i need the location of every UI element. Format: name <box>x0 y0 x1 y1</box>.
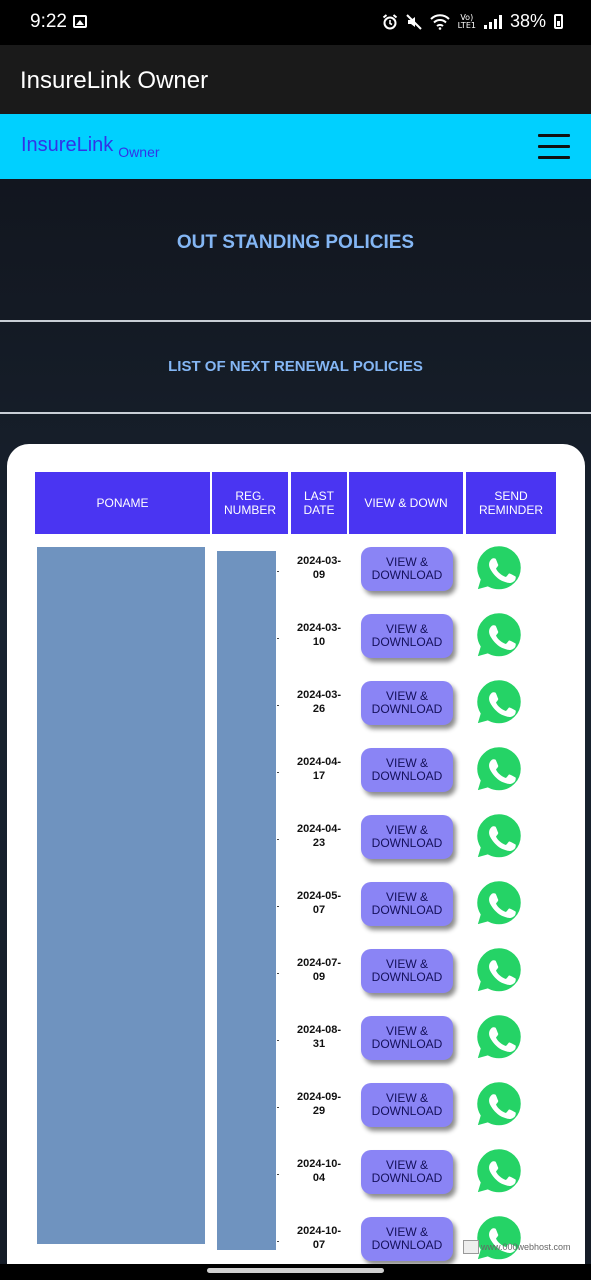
whatsapp-icon[interactable] <box>473 609 525 661</box>
cell-separator <box>277 1107 279 1108</box>
whatsapp-icon[interactable] <box>473 1078 525 1130</box>
volte-icon: Vo) LTE1 <box>457 13 476 30</box>
view-download-button[interactable]: VIEW & DOWNLOAD <box>361 748 453 792</box>
whatsapp-icon[interactable] <box>473 810 525 862</box>
volte-bottom: LTE1 <box>457 20 476 30</box>
whatsapp-icon[interactable] <box>473 542 525 594</box>
divider <box>0 320 591 322</box>
brand-logo[interactable]: InsureLink Owner <box>21 134 160 160</box>
view-download-button[interactable]: VIEW & DOWNLOAD <box>361 547 453 591</box>
cell-separator <box>277 1174 279 1175</box>
alarm-icon <box>382 13 397 29</box>
view-download-button[interactable]: VIEW & DOWNLOAD <box>361 1016 453 1060</box>
gallery-icon <box>73 15 87 28</box>
header-poname: PONAME <box>35 472 210 534</box>
last-date-cell: 2024-07- 09 <box>296 957 342 983</box>
host-watermark[interactable]: www.000webhost.com <box>463 1240 571 1254</box>
last-date-cell: 2024-10- 04 <box>296 1158 342 1184</box>
hamburger-icon[interactable] <box>538 134 570 159</box>
broken-image-icon <box>463 1240 479 1254</box>
view-download-button[interactable]: VIEW & DOWNLOAD <box>361 882 453 926</box>
view-download-button[interactable]: VIEW & DOWNLOAD <box>361 949 453 993</box>
view-download-button[interactable]: VIEW & DOWNLOAD <box>361 815 453 859</box>
brand-sub: Owner <box>118 144 160 160</box>
policies-card: PONAME REG. NUMBER LAST DATE VIEW & DOWN… <box>7 444 585 1274</box>
cell-separator <box>277 705 279 706</box>
last-date-cell: 2024-04- 17 <box>296 756 342 782</box>
signal-icon <box>483 14 502 29</box>
page-title: OUT STANDING POLICIES <box>176 232 415 253</box>
whatsapp-icon[interactable] <box>473 944 525 996</box>
redacted-reg-number-column <box>217 551 276 1250</box>
status-time: 9:22 <box>30 11 67 32</box>
cell-separator <box>277 772 279 773</box>
brand-name: InsureLink <box>21 134 114 156</box>
whatsapp-icon[interactable] <box>473 877 525 929</box>
last-date-cell: 2024-04- 23 <box>296 823 342 849</box>
cell-separator <box>277 1040 279 1041</box>
view-download-button[interactable]: VIEW & DOWNLOAD <box>361 1150 453 1194</box>
system-nav-bar <box>0 1264 591 1280</box>
whatsapp-icon[interactable] <box>473 1145 525 1197</box>
page-subtitle: LIST OF NEXT RENEWAL POLICIES <box>168 358 423 375</box>
header-last-date: LAST DATE <box>291 472 347 534</box>
last-date-cell: 2024-10- 07 <box>296 1225 342 1251</box>
last-date-cell: 2024-03- 10 <box>296 622 342 648</box>
app-bar: InsureLink Owner <box>0 45 591 114</box>
battery-percent: 38% <box>509 11 546 31</box>
last-date-cell: 2024-03- 26 <box>296 689 342 715</box>
cell-separator <box>277 571 279 572</box>
view-download-button[interactable]: VIEW & DOWNLOAD <box>361 614 453 658</box>
header-reg-number: REG. NUMBER <box>212 472 288 534</box>
status-bar: 9:22 Vo) LTE1 38% <box>0 0 591 45</box>
wifi-icon <box>429 13 450 30</box>
last-date-cell: 2024-08- 31 <box>296 1024 342 1050</box>
whatsapp-icon[interactable] <box>473 676 525 728</box>
last-date-cell: 2024-03- 09 <box>296 555 342 581</box>
mute-icon <box>405 13 422 30</box>
view-download-button[interactable]: VIEW & DOWNLOAD <box>361 1083 453 1127</box>
cell-separator <box>277 973 279 974</box>
redacted-poname-column <box>37 547 205 1244</box>
cell-separator <box>277 638 279 639</box>
home-gesture-pill[interactable] <box>207 1268 384 1273</box>
battery-icon <box>554 14 563 29</box>
view-download-button[interactable]: VIEW & DOWNLOAD <box>361 681 453 725</box>
view-download-button[interactable]: VIEW & DOWNLOAD <box>361 1217 453 1261</box>
site-navbar: InsureLink Owner <box>0 114 591 179</box>
cell-separator <box>277 1241 279 1242</box>
status-icons: Vo) LTE1 38% <box>382 11 563 32</box>
last-date-cell: 2024-09- 29 <box>296 1091 342 1117</box>
last-date-cell: 2024-05- 07 <box>296 890 342 916</box>
header-view-down: VIEW & DOWN <box>349 472 463 534</box>
whatsapp-icon[interactable] <box>473 1011 525 1063</box>
divider <box>0 412 591 414</box>
app-title: InsureLink Owner <box>20 67 209 94</box>
whatsapp-icon[interactable] <box>473 1212 525 1264</box>
header-send-reminder: SEND REMINDER <box>466 472 556 534</box>
cell-separator <box>277 839 279 840</box>
cell-separator <box>277 906 279 907</box>
whatsapp-icon[interactable] <box>473 743 525 795</box>
watermark-text: www.000webhost.com <box>481 1242 571 1252</box>
